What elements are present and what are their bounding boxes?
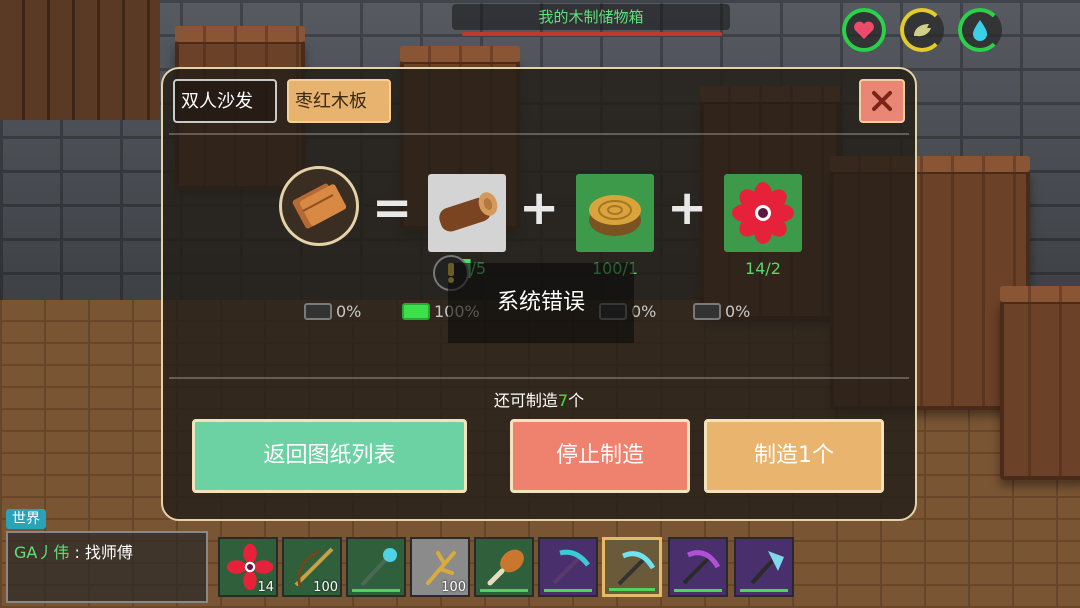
purple-pickaxe-icon [682, 550, 721, 585]
close-button[interactable] [859, 79, 905, 123]
hotbar-slot-4[interactable]: 100 [410, 537, 470, 597]
storage-crate [1000, 286, 1080, 480]
crystal-axe-icon [750, 551, 784, 585]
back-to-blueprints-button[interactable]: 返回图纸列表 [192, 419, 467, 493]
red-flower-icon [732, 182, 794, 244]
probability-4: 0% [693, 302, 750, 321]
hotbar-slot-6[interactable] [538, 537, 598, 597]
ingredient-red-flower[interactable] [724, 174, 802, 252]
container-health-bar [462, 32, 722, 36]
hotbar-slot-9[interactable] [734, 537, 794, 597]
log-icon [439, 192, 498, 232]
divider [169, 377, 909, 379]
hotbar-slot-8[interactable] [668, 537, 728, 597]
hotbar-slot-1[interactable]: 14 [218, 537, 278, 597]
hotbar-slot-3[interactable] [346, 537, 406, 597]
container-title: 我的木制储物箱 [452, 4, 730, 30]
crystal-pickaxe-icon [617, 551, 656, 586]
stop-crafting-button[interactable]: 停止制造 [510, 419, 690, 493]
craft-one-button[interactable]: 制造1个 [704, 419, 884, 493]
crafting-panel: 双人沙发 枣红木板 = + + 14/2 0% 0% 0% 系统错误 还可制造7… [161, 67, 917, 521]
equals-sign: = [372, 180, 413, 236]
ingredient-stump[interactable] [576, 174, 654, 252]
probability-bar [693, 303, 721, 320]
hotbar-slot-7-selected[interactable] [602, 537, 662, 597]
close-icon [872, 91, 892, 111]
probability-bar [304, 303, 332, 320]
error-toast: 系统错误 [448, 263, 634, 343]
remaining-craft-count: 还可制造7个 [493, 391, 585, 410]
hotbar-slot-5[interactable] [474, 537, 534, 597]
hunger-status[interactable] [900, 8, 944, 52]
probability-bar [402, 303, 430, 320]
plus-sign: + [519, 180, 560, 236]
chat-channel-tab[interactable]: 世界 [6, 509, 46, 529]
chat-user: GA丿伟 [14, 543, 70, 562]
wooden-door [0, 0, 160, 120]
magic-staff-icon [360, 548, 397, 587]
pickaxe-icon [552, 549, 590, 585]
ingredient-flower-count: 14/2 [745, 259, 781, 278]
wood-plank-icon [292, 183, 347, 229]
recipe-result[interactable] [279, 166, 359, 246]
chat-message: 找师傅 [84, 543, 133, 562]
divider [169, 133, 909, 135]
plus-sign: + [667, 180, 708, 236]
ingredient-log[interactable] [428, 174, 506, 252]
thirst-status[interactable] [958, 8, 1002, 52]
tab-maroon-plank[interactable]: 枣红木板 [287, 79, 391, 123]
probability-1: 0% [304, 302, 361, 321]
chat-box[interactable]: GA丿伟 : 找师傅 [6, 531, 208, 603]
stump-icon [589, 195, 641, 236]
drumstick-icon [487, 549, 524, 586]
health-status[interactable] [842, 8, 886, 52]
hotbar-slot-2[interactable]: 100 [282, 537, 342, 597]
tab-double-sofa[interactable]: 双人沙发 [173, 79, 277, 123]
